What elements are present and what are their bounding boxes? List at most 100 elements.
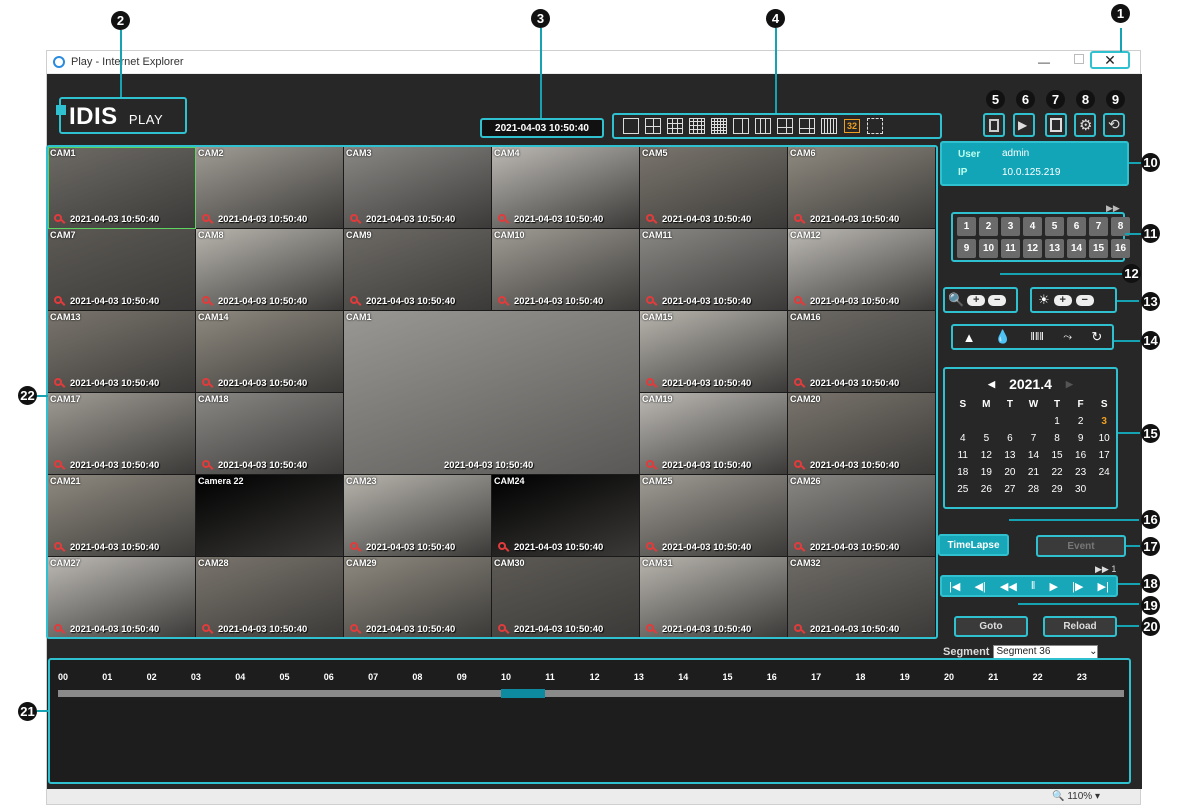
layout-6x6-icon[interactable] [821,118,837,134]
channel-button[interactable]: 3 [1001,217,1020,236]
minimize-button[interactable]: — [1038,55,1050,69]
search-icon[interactable] [202,214,210,222]
search-icon[interactable] [202,378,210,386]
layout-1plus12-icon[interactable] [799,118,815,134]
maximize-button[interactable] [1074,54,1084,64]
camera-tile[interactable]: CAM2 2021-04-03 10:50:40 [196,147,344,229]
search-icon[interactable] [498,542,506,550]
camera-tile[interactable]: CAM10 2021-04-03 10:50:40 [492,229,640,311]
search-icon[interactable] [794,296,802,304]
search-icon[interactable] [202,296,210,304]
channel-button[interactable]: 11 [1001,239,1020,258]
search-icon[interactable] [794,378,802,386]
search-icon[interactable] [646,296,654,304]
search-icon[interactable] [54,624,62,632]
camera-tile[interactable]: CAM9 2021-04-03 10:50:40 [344,229,492,311]
channel-button[interactable]: 4 [1023,217,1042,236]
calendar-day[interactable]: 29 [1045,481,1069,498]
fullscreen-icon[interactable] [867,118,884,134]
camera-tile[interactable]: CAM8 2021-04-03 10:50:40 [196,229,344,311]
calendar-day[interactable]: 10 [1092,430,1116,447]
logout-button[interactable]: ⟲ [1103,113,1125,137]
camera-tile[interactable]: CAM23 2021-04-03 10:50:40 [344,475,492,557]
calendar-day[interactable]: 22 [1045,464,1069,481]
layout-3x3-icon[interactable] [667,118,683,134]
calendar-day[interactable]: 3 [1092,413,1116,430]
search-icon[interactable] [54,214,62,222]
channel-button[interactable]: 10 [979,239,998,258]
calendar-day[interactable]: 8 [1045,430,1069,447]
channel-select-button[interactable] [983,113,1005,137]
prev-month-icon[interactable]: ◀ [988,379,995,390]
layout-5x5-icon[interactable] [711,118,727,134]
camera-tile[interactable]: CAM26 2021-04-03 10:50:40 [788,475,936,557]
calendar-day[interactable]: 28 [1022,481,1046,498]
search-icon[interactable] [202,460,210,468]
channel-button[interactable]: 16 [1111,239,1130,258]
search-icon[interactable] [54,296,62,304]
blur-icon[interactable]: 💧 [995,329,1011,345]
search-icon[interactable] [794,460,802,468]
timelapse-button[interactable]: TimeLapse [938,534,1009,556]
calendar-day[interactable]: 7 [1022,430,1046,447]
zoom-indicator[interactable]: 🔍 110% ▾ [1052,791,1100,802]
channel-button[interactable]: 1 [957,217,976,236]
calendar-day[interactable]: 1 [1045,413,1069,430]
search-icon[interactable] [646,378,654,386]
sharpen-icon[interactable]: ▲ [963,330,976,345]
camera-tile[interactable]: CAM18 2021-04-03 10:50:40 [196,393,344,475]
equalizer-icon[interactable]: ‖‖‖ [1030,331,1044,343]
channel-button[interactable]: 12 [1023,239,1042,258]
search-icon[interactable] [350,296,358,304]
calendar-day[interactable]: 18 [951,464,975,481]
search-icon[interactable] [350,214,358,222]
last-frame-icon[interactable]: ▶| [1098,580,1109,593]
next-month-icon[interactable]: ▶ [1066,379,1073,390]
layout-4x4-icon[interactable] [689,118,705,134]
search-icon[interactable] [498,624,506,632]
zoom-out-button[interactable]: − [988,294,1007,306]
camera-tile[interactable]: CAM16 2021-04-03 10:50:40 [788,311,936,393]
calendar-day[interactable]: 15 [1045,447,1069,464]
layout-32-button[interactable]: 32 [844,119,861,133]
search-icon[interactable] [350,542,358,550]
calendar-day[interactable]: 17 [1092,447,1116,464]
camera-tile[interactable]: CAM30 2021-04-03 10:50:40 [492,557,640,637]
camera-tile[interactable]: CAM17 2021-04-03 10:50:40 [48,393,196,475]
channel-button[interactable]: 6 [1067,217,1086,236]
search-icon[interactable] [646,542,654,550]
calendar-day[interactable]: 21 [1022,464,1046,481]
camera-tile[interactable]: CAM12 2021-04-03 10:50:40 [788,229,936,311]
calendar-day[interactable]: 12 [975,447,999,464]
reload-button[interactable]: Reload [1043,616,1117,637]
interpolation-icon[interactable]: ⤳ [1063,331,1072,344]
camera-tile[interactable]: CAM11 2021-04-03 10:50:40 [640,229,788,311]
pause-icon[interactable]: ‖ [1031,580,1036,592]
snapshot-button[interactable] [1045,113,1067,137]
brightness-up-button[interactable]: + [1053,294,1072,306]
channel-button[interactable]: 2 [979,217,998,236]
layout-1plus5-icon[interactable] [733,118,749,134]
calendar-day[interactable]: 16 [1069,447,1093,464]
search-icon[interactable] [794,624,802,632]
search-icon[interactable] [498,214,506,222]
camera-tile[interactable]: CAM24 2021-04-03 10:50:40 [492,475,640,557]
camera-tile[interactable]: CAM21 2021-04-03 10:50:40 [48,475,196,557]
event-button[interactable]: Event [1036,535,1126,557]
layout-1plus9-icon[interactable] [777,118,793,134]
camera-tile[interactable]: CAM20 2021-04-03 10:50:40 [788,393,936,475]
camera-tile[interactable]: CAM19 2021-04-03 10:50:40 [640,393,788,475]
camera-tile[interactable]: Camera 22 [196,475,344,557]
channel-button[interactable]: 13 [1045,239,1064,258]
calendar-day[interactable]: 25 [951,481,975,498]
calendar-day[interactable]: 20 [998,464,1022,481]
search-icon[interactable] [646,624,654,632]
camera-tile[interactable]: CAM27 2021-04-03 10:50:40 [48,557,196,637]
calendar-day[interactable]: 19 [975,464,999,481]
goto-button[interactable]: Goto [954,616,1028,637]
reset-icon[interactable]: ↻ [1091,329,1102,345]
camera-tile[interactable]: CAM13 2021-04-03 10:50:40 [48,311,196,393]
calendar-day[interactable]: 11 [951,447,975,464]
search-icon[interactable] [794,214,802,222]
calendar-day[interactable]: 30 [1069,481,1093,498]
